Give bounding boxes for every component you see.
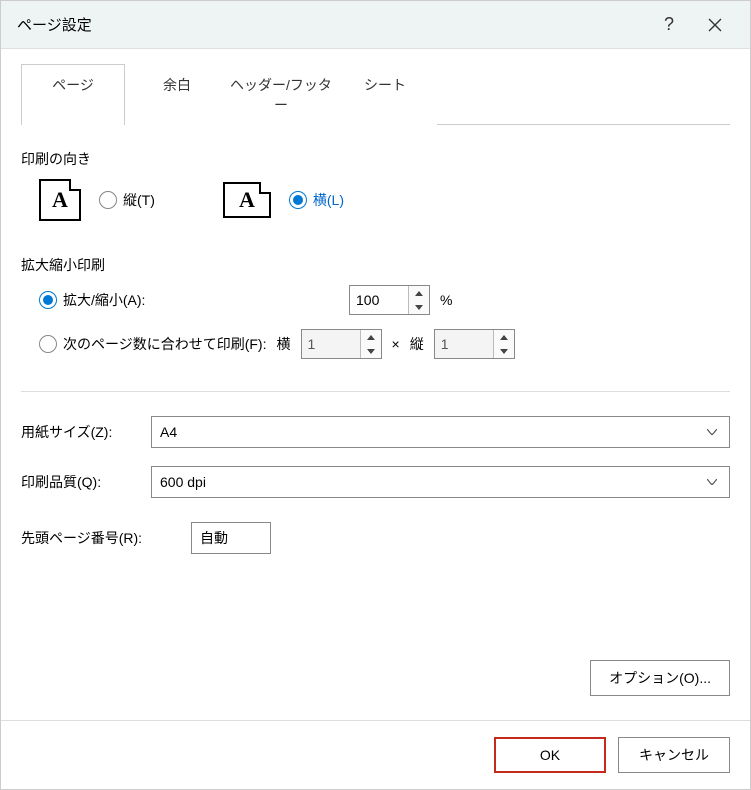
fit-tall-input[interactable] — [435, 330, 493, 358]
first-page-input[interactable] — [191, 522, 271, 554]
portrait-radio-group[interactable]: 縦(T) — [99, 190, 155, 210]
page-setup-dialog: ページ設定 ? ページ 余白 ヘッダー/フッター シート 印刷の向き A 縦(T… — [0, 0, 751, 790]
orientation-section-label: 印刷の向き — [21, 149, 730, 169]
fit-wide-spinner[interactable] — [301, 329, 382, 359]
tab-page[interactable]: ページ — [21, 64, 125, 125]
fit-wide-up[interactable] — [361, 330, 381, 344]
paper-size-label: 用紙サイズ(Z): — [21, 422, 151, 442]
paper-size-row: 用紙サイズ(Z): A4 — [21, 416, 730, 448]
fit-tall-up[interactable] — [494, 330, 514, 344]
scaling-adjust-row: 拡大/縮小(A): % — [39, 285, 730, 315]
adjust-suffix: % — [440, 292, 452, 308]
fit-radio-group[interactable]: 次のページ数に合わせて印刷(F): — [39, 334, 267, 354]
adjust-spinner-input[interactable] — [350, 286, 408, 314]
adjust-spinner-down[interactable] — [409, 300, 429, 314]
landscape-radio[interactable] — [289, 191, 307, 209]
adjust-spinner[interactable] — [349, 285, 430, 315]
close-button[interactable] — [692, 5, 738, 45]
dialog-footer: OK キャンセル — [1, 720, 750, 789]
chevron-down-icon — [701, 417, 723, 447]
chevron-down-icon — [701, 467, 723, 497]
print-quality-label: 印刷品質(Q): — [21, 472, 151, 492]
paper-size-combo[interactable]: A4 — [151, 416, 730, 448]
tab-sheet[interactable]: シート — [333, 64, 437, 125]
fit-radio-label: 次のページ数に合わせて印刷(F): — [63, 334, 267, 354]
scaling-fit-row: 次のページ数に合わせて印刷(F): 横 × 縦 — [39, 329, 730, 359]
fit-wide-label: 横 — [277, 334, 291, 354]
landscape-radio-group[interactable]: 横(L) — [289, 190, 344, 210]
fit-tall-down[interactable] — [494, 344, 514, 358]
portrait-radio-label: 縦(T) — [123, 190, 155, 210]
dialog-title: ページ設定 — [17, 14, 646, 35]
landscape-radio-label: 横(L) — [313, 190, 344, 210]
fit-radio[interactable] — [39, 335, 57, 353]
fit-tall-spinner[interactable] — [434, 329, 515, 359]
titlebar: ページ設定 ? — [1, 1, 750, 49]
tab-margins[interactable]: 余白 — [125, 64, 229, 125]
fit-x-label: × — [392, 336, 400, 352]
close-icon — [708, 18, 722, 32]
adjust-radio-label: 拡大/縮小(A): — [63, 290, 145, 310]
landscape-icon: A — [223, 182, 271, 218]
tab-strip: ページ 余白 ヘッダー/フッター シート — [21, 63, 730, 125]
print-quality-value: 600 dpi — [160, 474, 206, 490]
first-page-row: 先頭ページ番号(R): — [21, 522, 730, 554]
fit-wide-down[interactable] — [361, 344, 381, 358]
adjust-radio[interactable] — [39, 291, 57, 309]
adjust-spinner-up[interactable] — [409, 286, 429, 300]
options-button[interactable]: オプション(O)... — [590, 660, 730, 696]
print-quality-combo[interactable]: 600 dpi — [151, 466, 730, 498]
portrait-icon: A — [39, 179, 81, 221]
adjust-radio-group[interactable]: 拡大/縮小(A): — [39, 290, 339, 310]
fit-tall-label: 縦 — [410, 334, 424, 354]
cancel-button[interactable]: キャンセル — [618, 737, 730, 773]
scaling-section-label: 拡大縮小印刷 — [21, 255, 730, 275]
fit-wide-input[interactable] — [302, 330, 360, 358]
first-page-label: 先頭ページ番号(R): — [21, 528, 191, 548]
print-quality-row: 印刷品質(Q): 600 dpi — [21, 466, 730, 498]
tab-header-footer[interactable]: ヘッダー/フッター — [229, 64, 333, 125]
paper-size-value: A4 — [160, 424, 177, 440]
ok-button[interactable]: OK — [494, 737, 606, 773]
divider — [21, 391, 730, 392]
help-button[interactable]: ? — [646, 5, 692, 45]
portrait-radio[interactable] — [99, 191, 117, 209]
orientation-row: A 縦(T) A 横(L) — [39, 179, 730, 221]
